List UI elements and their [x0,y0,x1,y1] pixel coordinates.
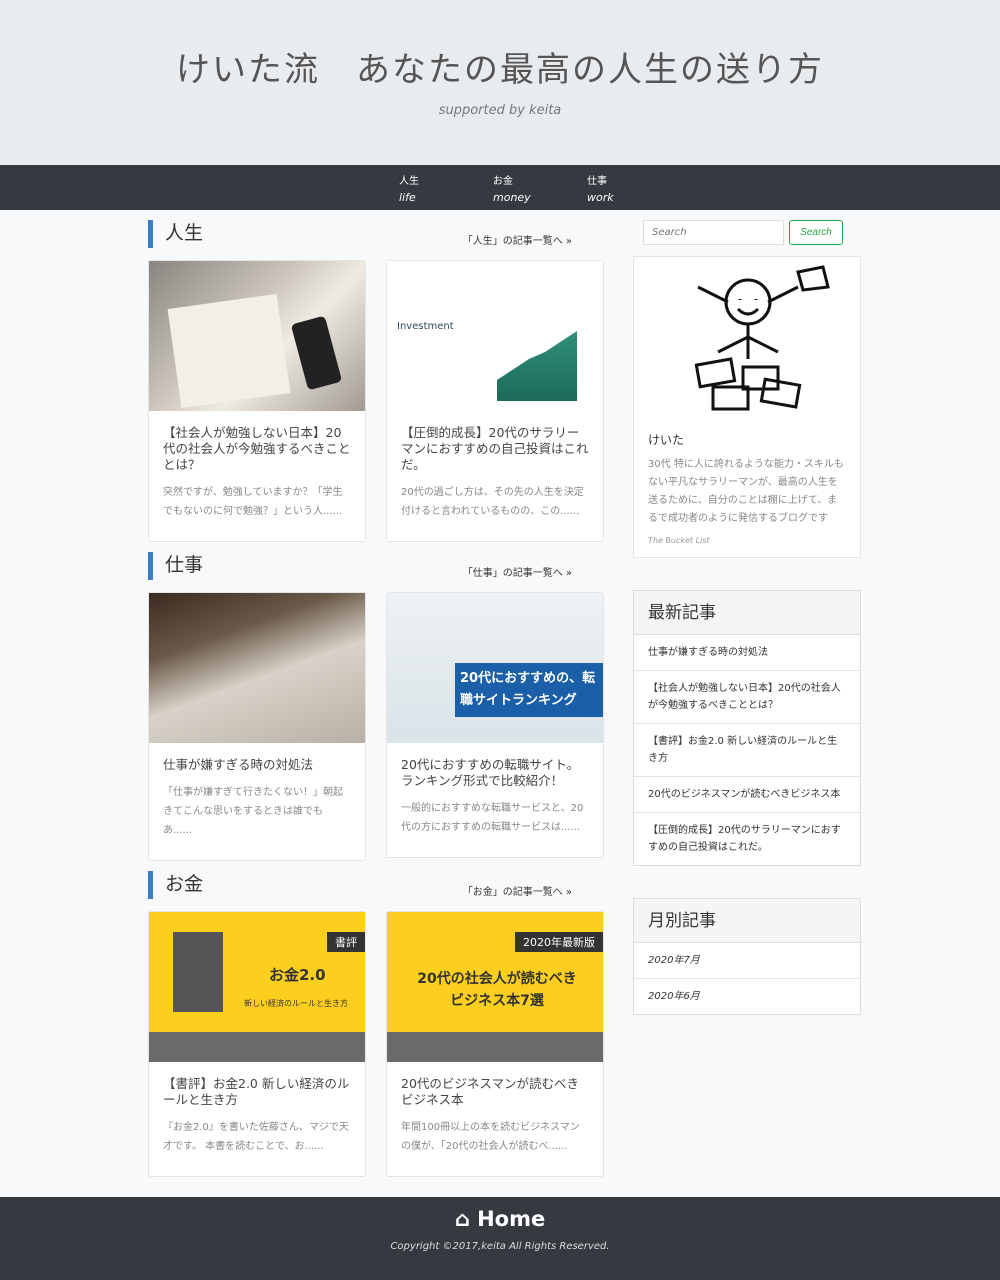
nav-sub: money [493,191,531,204]
section-header: お金 「お金」の記事一覧へ » [148,871,604,911]
article-thumbnail: Investment [387,261,603,411]
nav-sub: work [587,191,614,204]
thumbnail-subtext: 新しい経済のルールと生き方 [244,999,348,1008]
profile-card: けいた 30代 特に人に誇れるような能力・スキルもない平凡なサラリーマンが、最高… [633,256,861,558]
article-thumbnail: 2020年最新版 20代の社会人が読むべきビジネス本7選 [387,912,603,1062]
thumbnail-badge: 2020年最新版 [515,932,603,952]
thumbnail-text: Investment [397,321,454,332]
recent-post-link[interactable]: 【書評】お金2.0 新しい経済のルールと生き方 [634,723,860,776]
article-excerpt: 『お金2.0』を書いた佐藤さん、マジで天才です。 本書を読むことで、お.....… [163,1122,349,1152]
nav-sub: life [399,191,416,204]
section-more-link[interactable]: 「お金」の記事一覧へ » [463,883,572,898]
copyright: Copyright ©2017,keita All Rights Reserve… [390,1241,610,1252]
article-title: 【社会人が勉強しない日本】20代の社会人が今勉強するべきこととは？ [163,425,351,472]
nav-label: 仕事 [587,176,607,187]
recent-post-link[interactable]: 【圧倒的成長】20代のサラリーマンにおすすめの自己投資はこれだ。 [634,812,860,865]
home-label: Home [477,1207,546,1231]
article-card[interactable]: 書評 お金2.0 新しい経済のルールと生き方 【書評】お金2.0 新しい経済のルール… [148,911,366,1177]
article-card[interactable]: 仕事が嫌すぎる時の対処法 「仕事が嫌すぎて行きたくない！」朝起きてこんな思いをす… [148,592,366,861]
profile-name: けいた [648,433,685,447]
article-title: 【書評】お金2.0 新しい経済のルールと生き方 [163,1076,350,1107]
archive-link[interactable]: 2020年7月 [634,943,860,978]
search-form: Search [633,220,861,245]
thumbnail-text: お金2.0 [269,966,326,984]
article-excerpt: 20代の過ごし方は、その先の人生を決定付けると言われているものの、この.....… [401,487,584,517]
nav-life[interactable]: 人生 life [399,172,443,210]
article-title: 20代のビジネスマンが読むべきビジネス本 [401,1076,580,1107]
nav-money[interactable]: お金 money [493,172,537,210]
section-header: 人生 「人生」の記事一覧へ » [148,220,604,260]
section-header: 仕事 「仕事」の記事一覧へ » [148,552,604,592]
section-more-link[interactable]: 「仕事」の記事一覧へ » [463,564,572,579]
nav-label: 人生 [399,176,419,187]
nav-label: お金 [493,176,513,187]
main-content: 人生 「人生」の記事一覧へ » 【社会人が勉強しない日本】20代の社会人が今勉強す… [148,220,604,1177]
article-thumbnail [149,593,365,743]
article-excerpt: 年間100冊以上の本を読むビジネスマンの僕が、「20代の社会人が読むべ.....… [401,1122,580,1152]
site-subtitle: supported by keita [438,103,562,118]
thumbnail-text: 20代の社会人が読むべきビジネス本7選 [417,971,577,1009]
article-card[interactable]: 【社会人が勉強しない日本】20代の社会人が今勉強するべきこととは？ 突然ですが、… [148,260,366,542]
search-input[interactable] [643,220,784,245]
home-icon: ⌂ [454,1207,470,1231]
article-card[interactable]: 2020年最新版 20代の社会人が読むべきビジネス本7選 20代のビジネスマンが読… [386,911,604,1177]
recent-posts-title: 最新記事 [634,591,860,635]
recent-post-link[interactable]: 20代のビジネスマンが読むべきビジネス本 [634,776,860,812]
site-title[interactable]: けいた流 あなたの最高の人生の送り方 [0,42,1000,91]
article-thumbnail [149,261,365,411]
recent-post-link[interactable]: 仕事が嫌すぎる時の対処法 [634,635,860,670]
thumbnail-text: 20代におすすめの、転職サイトランキング [455,663,603,717]
profile-illustration [648,257,846,427]
site-header: けいた流 あなたの最高の人生の送り方 supported by keita [0,0,1000,165]
article-card[interactable]: 20代におすすめの、転職サイトランキング 20代におすすめの転職サイト。ランキン… [386,592,604,858]
thumbnail-badge: 書評 [327,932,365,952]
archive-link[interactable]: 2020年6月 [634,978,860,1014]
article-thumbnail: 20代におすすめの、転職サイトランキング [387,593,603,743]
article-thumbnail: 書評 お金2.0 新しい経済のルールと生き方 [149,912,365,1062]
recent-post-link[interactable]: 【社会人が勉強しない日本】20代の社会人が今勉強するべきこととは？ [634,670,860,723]
article-title: 【圧倒的成長】20代のサラリーマンにおすすめの自己投資はこれだ。 [401,425,589,472]
search-button[interactable]: Search [789,220,843,245]
blog-name: The Bucket List [648,536,710,545]
main-nav: 人生 life お金 money 仕事 work [0,165,1000,210]
nav-work[interactable]: 仕事 work [587,172,631,210]
home-link[interactable]: ⌂ Home [0,1207,1000,1231]
article-title: 仕事が嫌すぎる時の対処法 [163,757,314,772]
article-title: 20代におすすめの転職サイト。ランキング形式で比較紹介！ [401,757,580,788]
article-card[interactable]: Investment 【圧倒的成長】20代のサラリーマンにおすすめの自己投資はこ… [386,260,604,542]
recent-posts: 最新記事 仕事が嫌すぎる時の対処法 【社会人が勉強しない日本】20代の社会人が今… [633,590,861,866]
footer: ⌂ Home Copyright ©2017,keita All Rights … [0,1197,1000,1280]
article-excerpt: 突然ですが、勉強していますか？「学生でもないのに何で勉強？」という人...... [163,487,343,517]
monthly-archive-title: 月別記事 [634,899,860,943]
article-excerpt: 一般的におすすめな転職サービスと、20代の方におすすめの転職サービスは.....… [401,803,584,833]
monthly-archive: 月別記事 2020年7月 2020年6月 [633,898,861,1015]
sidebar: Search けいた 30代 特に人に誇れるような能力・スキルもない平凡なサラリ… [633,220,861,1015]
article-excerpt: 「仕事が嫌すぎて行きたくない！」朝起きてこんな思いをするときは誰でもあ.....… [163,787,343,836]
section-more-link[interactable]: 「人生」の記事一覧へ » [463,232,572,247]
profile-description: 30代 特に人に誇れるような能力・スキルもない平凡なサラリーマンが、最高の人生を… [648,459,844,524]
